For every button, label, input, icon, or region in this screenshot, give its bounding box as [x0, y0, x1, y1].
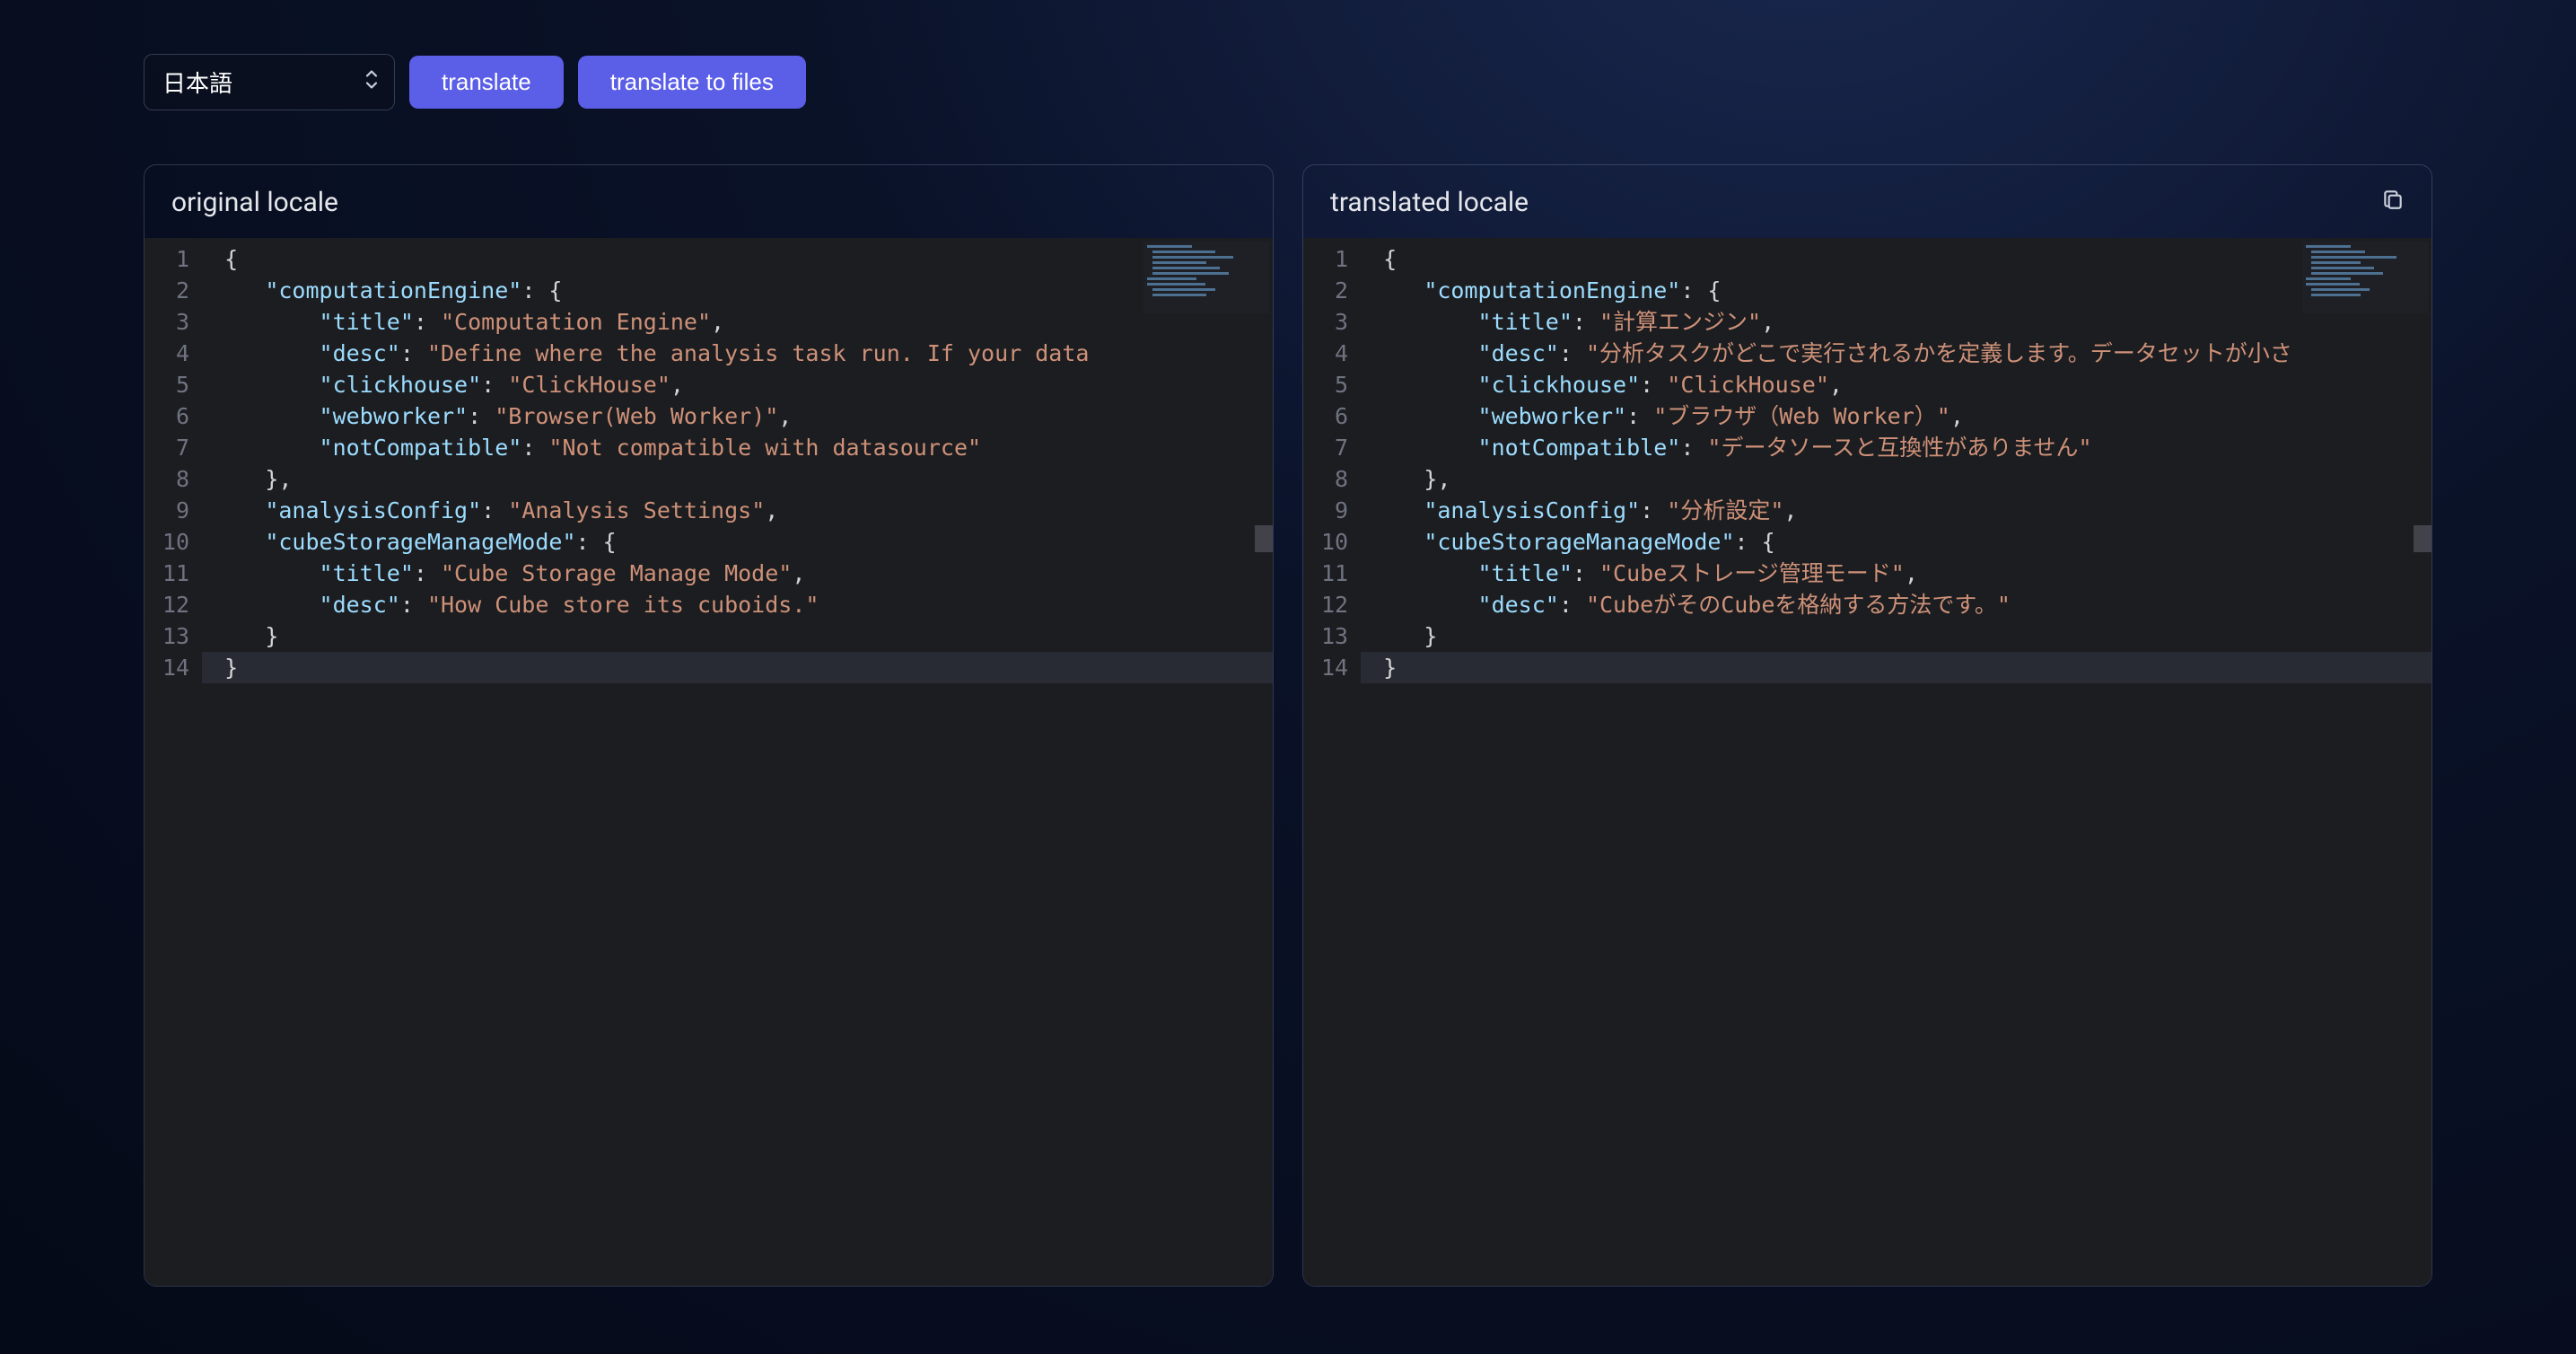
- copy-icon[interactable]: [2381, 187, 2405, 218]
- original-code-editor[interactable]: 1 2 3 4 5 6 7 8 9 10 11 12 13 14 { "comp…: [145, 238, 1273, 1286]
- line-gutter: 1 2 3 4 5 6 7 8 9 10 11 12 13 14: [1303, 238, 1361, 1286]
- panel-header: translated locale: [1303, 165, 2431, 238]
- translated-locale-panel: translated locale 1 2 3 4 5 6 7 8 9 10 1…: [1302, 164, 2432, 1287]
- toolbar: 日本語 translate translate to files: [144, 54, 2432, 110]
- code-content: { "computationEngine": { "title": "Compu…: [202, 238, 1273, 1286]
- line-gutter: 1 2 3 4 5 6 7 8 9 10 11 12 13 14: [145, 238, 202, 1286]
- panels-row: original locale 1 2 3 4 5 6 7 8 9 10 11 …: [144, 164, 2432, 1287]
- original-locale-panel: original locale 1 2 3 4 5 6 7 8 9 10 11 …: [144, 164, 1274, 1287]
- scrollbar-thumb[interactable]: [2414, 525, 2431, 552]
- chevron-up-down-icon: [364, 68, 380, 96]
- scrollbar-thumb[interactable]: [1255, 525, 1273, 552]
- language-select[interactable]: 日本語: [144, 54, 395, 110]
- translated-code-editor[interactable]: 1 2 3 4 5 6 7 8 9 10 11 12 13 14 { "comp…: [1303, 238, 2431, 1286]
- translate-to-files-button[interactable]: translate to files: [578, 56, 806, 109]
- translate-button[interactable]: translate: [409, 56, 564, 109]
- code-content: { "computationEngine": { "title": "計算エンジ…: [1361, 238, 2431, 1286]
- panel-title: original locale: [171, 187, 338, 218]
- panel-header: original locale: [145, 165, 1273, 238]
- panel-title: translated locale: [1330, 187, 1529, 218]
- language-selected-value: 日本語: [162, 71, 232, 98]
